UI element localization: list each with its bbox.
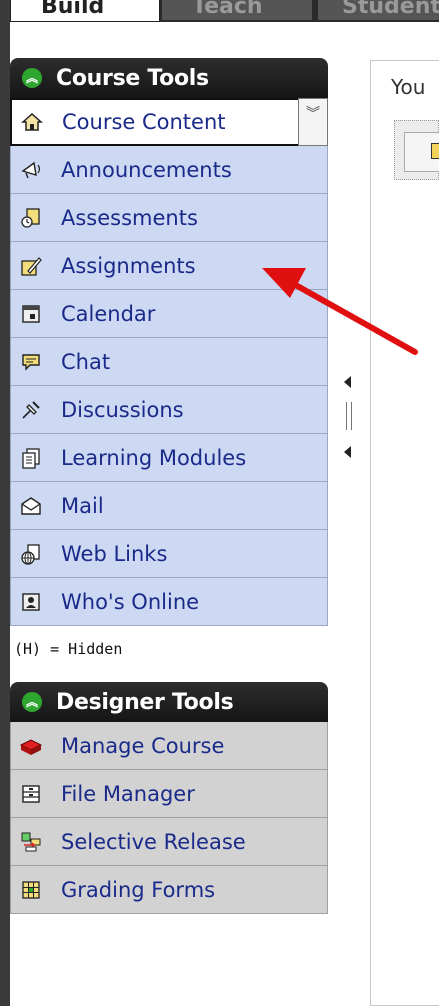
megaphone-icon bbox=[19, 158, 43, 182]
pencil-pad-icon bbox=[19, 254, 43, 278]
sidebar-item-announcements[interactable]: Announcements bbox=[10, 146, 328, 194]
calendar-icon bbox=[19, 302, 43, 326]
sidebar-item-calendar[interactable]: Calendar bbox=[10, 290, 328, 338]
course-tools-title: Course Tools bbox=[56, 65, 209, 91]
sidebar-item-label: Learning Modules bbox=[61, 445, 247, 470]
sidebar-item-label: Announcements bbox=[61, 157, 232, 182]
document-icon bbox=[431, 143, 439, 159]
content-action-button[interactable] bbox=[404, 132, 439, 172]
release-flow-icon bbox=[19, 830, 43, 854]
sidebar-item-label: Grading Forms bbox=[61, 877, 216, 902]
designer-tools-panel: ︽ Designer Tools Manage Course File Mana… bbox=[10, 682, 328, 914]
file-cabinet-icon bbox=[19, 782, 43, 806]
sidebar-item-label: Course Content bbox=[62, 110, 226, 134]
sidebar-item-discussions[interactable]: Discussions bbox=[10, 386, 328, 434]
course-tools-panel: ︽ Course Tools Course Content ︾ Announce… bbox=[10, 58, 328, 626]
pushpin-icon bbox=[19, 398, 43, 422]
sidebar-item-label: Selective Release bbox=[61, 829, 246, 854]
sidebar-item-assignments[interactable]: Assignments bbox=[10, 242, 328, 290]
clipboard-timer-icon bbox=[19, 206, 43, 230]
sidebar-item-whos-online[interactable]: Who's Online bbox=[10, 578, 328, 626]
sidebar-item-assessments[interactable]: Assessments bbox=[10, 194, 328, 242]
top-tab-bar: Build Teach Student bbox=[10, 0, 439, 22]
collapse-left-icon[interactable] bbox=[344, 446, 351, 458]
designer-tools-header[interactable]: ︽ Designer Tools bbox=[10, 682, 328, 722]
collapse-left-icon[interactable] bbox=[344, 376, 351, 388]
sidebar-item-label: Who's Online bbox=[61, 589, 200, 614]
house-icon bbox=[20, 110, 44, 134]
sidebar-item-file-manager[interactable]: File Manager bbox=[10, 770, 328, 818]
grid-form-icon bbox=[19, 878, 43, 902]
sidebar-item-label: Assignments bbox=[61, 253, 196, 278]
sidebar-item-label: File Manager bbox=[61, 781, 195, 806]
sidebar-item-grading-forms[interactable]: Grading Forms bbox=[10, 866, 328, 914]
sidebar-item-course-content[interactable]: Course Content ︾ bbox=[10, 98, 328, 146]
sidebar-item-mail[interactable]: Mail bbox=[10, 482, 328, 530]
sidebar-item-learning-modules[interactable]: Learning Modules bbox=[10, 434, 328, 482]
pages-icon bbox=[19, 446, 43, 470]
left-frame-edge bbox=[0, 0, 10, 1006]
course-tools-header[interactable]: ︽ Course Tools bbox=[10, 58, 328, 98]
splitter-grip[interactable] bbox=[346, 402, 352, 430]
sidebar-item-label: Calendar bbox=[61, 301, 156, 326]
sidebar-item-selective-release[interactable]: Selective Release bbox=[10, 818, 328, 866]
designer-tools-title: Designer Tools bbox=[56, 689, 234, 715]
sidebar-item-web-links[interactable]: Web Links bbox=[10, 530, 328, 578]
sidebar-item-label: Web Links bbox=[61, 541, 168, 566]
envelope-icon bbox=[19, 494, 43, 518]
red-blocks-icon bbox=[19, 734, 43, 758]
hidden-legend: (H) = Hidden bbox=[14, 640, 123, 658]
sidebar-item-label: Discussions bbox=[61, 397, 184, 422]
sidebar-item-label: Assessments bbox=[61, 205, 198, 230]
globe-page-icon bbox=[19, 542, 43, 566]
panel-splitter[interactable] bbox=[340, 372, 356, 462]
content-pane: You bbox=[370, 60, 439, 1006]
sidebar-item-label: Chat bbox=[61, 349, 111, 374]
tab-build[interactable]: Build bbox=[10, 0, 160, 22]
chevron-down-icon[interactable]: ︾ bbox=[298, 98, 328, 146]
person-card-icon bbox=[19, 590, 43, 614]
collapse-toggle-icon[interactable]: ︽ bbox=[22, 68, 42, 88]
sidebar-item-label: Manage Course bbox=[61, 733, 225, 758]
collapse-toggle-icon[interactable]: ︽ bbox=[22, 692, 42, 712]
sidebar-item-chat[interactable]: Chat bbox=[10, 338, 328, 386]
sidebar-item-manage-course[interactable]: Manage Course bbox=[10, 722, 328, 770]
content-intro-text: You bbox=[391, 75, 426, 99]
sidebar-item-label: Mail bbox=[61, 493, 104, 518]
tab-student[interactable]: Student bbox=[318, 0, 439, 20]
tab-teach[interactable]: Teach bbox=[162, 0, 312, 20]
speech-bubble-icon bbox=[19, 350, 43, 374]
